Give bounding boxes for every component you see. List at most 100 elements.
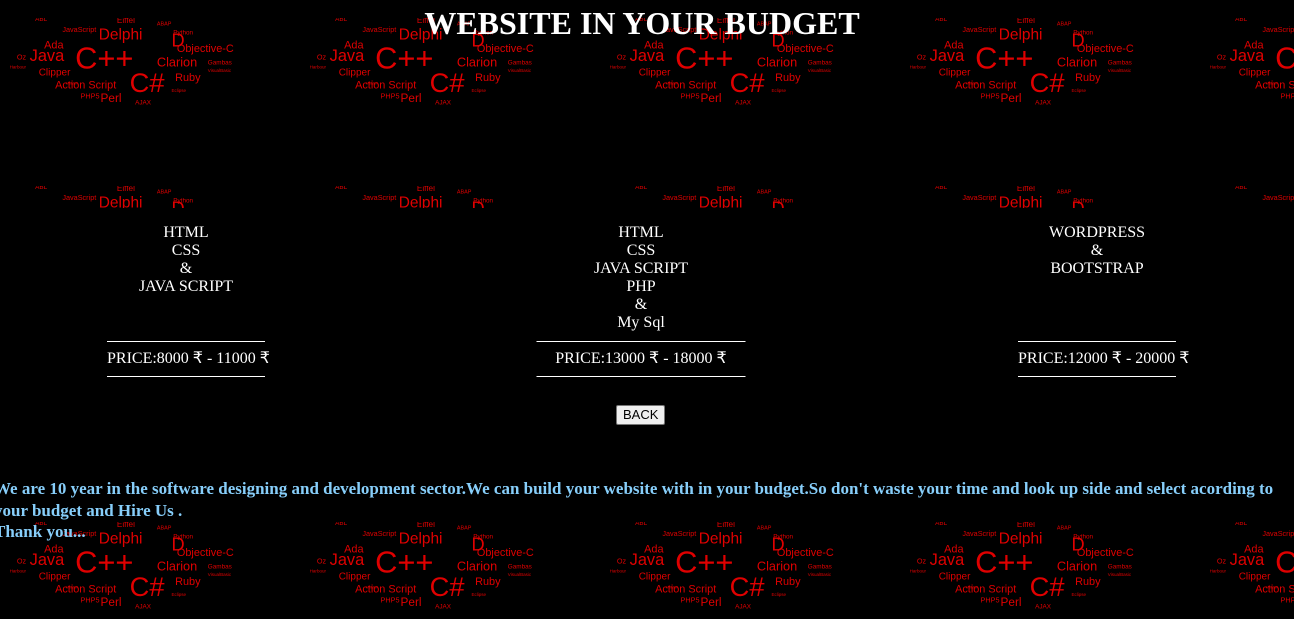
svg-text:Oz: Oz xyxy=(317,556,327,565)
svg-text:Eclipse: Eclipse xyxy=(471,592,486,597)
tech-item: BOOTSTRAP xyxy=(1050,260,1144,277)
tech-item: JAVA SCRIPT xyxy=(138,278,234,295)
svg-text:VisualBasic: VisualBasic xyxy=(808,572,832,577)
package-price: PRICE:13000 ₹ - 18000 ₹ xyxy=(536,341,746,377)
svg-text:PHP5: PHP5 xyxy=(81,595,100,604)
svg-text:Java: Java xyxy=(330,47,365,65)
svg-text:VBNET: VBNET xyxy=(366,586,379,590)
svg-text:C++: C++ xyxy=(375,544,433,579)
package-card-basic: HTML CSS & JAVA SCRIPT PRICE:8000 ₹ - 11… xyxy=(86,224,286,377)
svg-text:Python: Python xyxy=(773,198,793,205)
svg-text:C++: C++ xyxy=(1275,544,1294,579)
svg-text:Objective-C: Objective-C xyxy=(477,43,534,55)
svg-text:Ruby: Ruby xyxy=(175,72,201,84)
svg-text:Clipper: Clipper xyxy=(939,572,971,583)
svg-text:Objective-C: Objective-C xyxy=(1077,547,1134,559)
svg-text:VBNET: VBNET xyxy=(66,586,79,590)
svg-text:VisualBasic: VisualBasic xyxy=(808,68,832,73)
svg-text:PHP5: PHP5 xyxy=(381,91,400,100)
svg-text:Action Script: Action Script xyxy=(355,583,416,595)
svg-text:Harbour: Harbour xyxy=(910,568,927,573)
svg-text:Action Script: Action Script xyxy=(955,583,1016,595)
svg-text:Ada: Ada xyxy=(644,207,664,208)
svg-text:VisualBasic: VisualBasic xyxy=(1108,572,1132,577)
svg-text:ABL: ABL xyxy=(1235,186,1247,191)
svg-text:Gambas: Gambas xyxy=(1108,564,1132,571)
svg-text:Ruby: Ruby xyxy=(1075,576,1101,588)
svg-text:Clipper: Clipper xyxy=(39,68,71,79)
svg-text:Oz: Oz xyxy=(17,52,27,61)
svg-text:JavaScript: JavaScript xyxy=(362,193,396,202)
svg-text:PHP5: PHP5 xyxy=(681,91,700,100)
svg-text:Eclipse: Eclipse xyxy=(171,592,186,597)
svg-text:Ruby: Ruby xyxy=(775,576,801,588)
back-button[interactable]: BACK xyxy=(616,405,666,425)
svg-text:C#: C# xyxy=(130,67,166,98)
word-cloud-tile: ABLEiffelABAPJavaScriptDelphiDPythonAdaJ… xyxy=(0,186,296,208)
svg-text:Ruby: Ruby xyxy=(475,72,501,84)
package-tech-list: HTML CSS & JAVA SCRIPT xyxy=(86,224,286,296)
svg-text:VisualBasic: VisualBasic xyxy=(208,68,232,73)
svg-text:Ruby: Ruby xyxy=(775,72,801,84)
svg-text:Oz: Oz xyxy=(1217,52,1227,61)
svg-text:C#: C# xyxy=(430,67,466,98)
svg-text:Perl: Perl xyxy=(1001,91,1022,105)
svg-text:Harbour: Harbour xyxy=(10,568,27,573)
svg-text:C++: C++ xyxy=(975,40,1033,75)
svg-text:Gambas: Gambas xyxy=(208,60,232,67)
svg-text:Action Script: Action Script xyxy=(355,79,416,91)
svg-text:Action Script: Action Script xyxy=(655,79,716,91)
svg-text:Python: Python xyxy=(173,198,193,205)
package-tech-list: WORDPRESS & BOOTSTRAP xyxy=(997,224,1197,278)
svg-text:Clipper: Clipper xyxy=(339,68,371,79)
svg-text:Harbour: Harbour xyxy=(1210,64,1227,69)
svg-text:Eiffel: Eiffel xyxy=(1017,186,1035,193)
svg-text:Harbour: Harbour xyxy=(310,64,327,69)
svg-text:AJAX: AJAX xyxy=(135,604,152,611)
svg-text:Eiffel: Eiffel xyxy=(417,186,435,193)
svg-text:Perl: Perl xyxy=(401,91,422,105)
page: ABL Eiffel ABAP JavaScript Delphi D Python Ada J… xyxy=(0,0,1294,619)
svg-text:Objective-C: Objective-C xyxy=(177,547,234,559)
svg-text:ABAP: ABAP xyxy=(457,190,472,196)
svg-text:Java: Java xyxy=(1230,47,1265,65)
svg-text:Objective-C: Objective-C xyxy=(177,43,234,55)
svg-text:VBNET: VBNET xyxy=(666,82,679,86)
svg-text:VisualBasic: VisualBasic xyxy=(508,572,532,577)
svg-text:PHP5: PHP5 xyxy=(1281,91,1294,100)
svg-text:Ada: Ada xyxy=(1244,207,1264,208)
word-cloud-tile: ABLEiffelABAPJavaScriptDelphiDPythonAdaJ… xyxy=(1196,186,1294,208)
svg-text:Ruby: Ruby xyxy=(475,576,501,588)
background-word-cloud-middle: ABLEiffelABAPJavaScriptDelphiDPythonAdaJ… xyxy=(0,186,1294,208)
svg-text:Harbour: Harbour xyxy=(1210,568,1227,573)
svg-text:Delphi: Delphi xyxy=(999,194,1043,208)
about-text: We are 10 year in the software designing… xyxy=(0,479,1274,520)
svg-text:JavaScript: JavaScript xyxy=(662,193,696,202)
svg-text:VBNET: VBNET xyxy=(366,82,379,86)
svg-text:Ada: Ada xyxy=(944,207,964,208)
svg-text:Clipper: Clipper xyxy=(1239,68,1271,79)
tech-item: CSS xyxy=(626,242,656,259)
svg-text:Gambas: Gambas xyxy=(208,564,232,571)
svg-text:Eclipse: Eclipse xyxy=(1071,88,1086,93)
package-tech-list: HTML CSS JAVA SCRIPT PHP & My Sql xyxy=(541,224,741,332)
package-price: PRICE:12000 ₹ - 20000 ₹ xyxy=(1018,341,1189,377)
svg-text:Clipper: Clipper xyxy=(1239,572,1271,583)
svg-text:Eclipse: Eclipse xyxy=(171,88,186,93)
svg-text:Harbour: Harbour xyxy=(910,64,927,69)
svg-text:VisualBasic: VisualBasic xyxy=(1108,68,1132,73)
svg-text:Action Script: Action Script xyxy=(55,583,116,595)
svg-text:VisualBasic: VisualBasic xyxy=(208,572,232,577)
tech-item: HTML xyxy=(163,224,209,241)
svg-text:VBNET: VBNET xyxy=(1266,82,1279,86)
svg-text:Clipper: Clipper xyxy=(339,572,371,583)
svg-text:Eiffel: Eiffel xyxy=(717,186,735,193)
svg-text:Perl: Perl xyxy=(401,595,422,609)
svg-text:ABL: ABL xyxy=(35,186,47,191)
svg-text:Harbour: Harbour xyxy=(610,64,627,69)
svg-text:VisualBasic: VisualBasic xyxy=(508,68,532,73)
svg-text:PHP5: PHP5 xyxy=(681,595,700,604)
word-cloud-tile: ABLEiffelABAPJavaScriptDelphiDPythonAdaJ… xyxy=(296,186,596,208)
svg-text:Perl: Perl xyxy=(1001,595,1022,609)
tech-item: & xyxy=(1090,242,1104,259)
